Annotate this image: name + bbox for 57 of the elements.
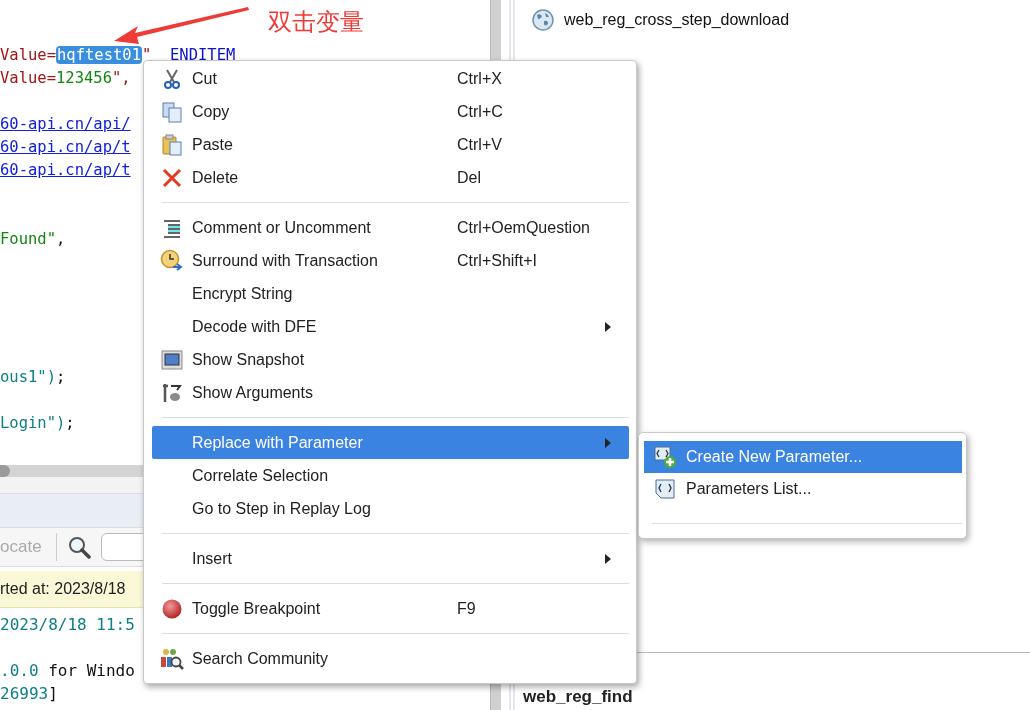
code-text: Found" [0,230,56,248]
code-text: ENDITEM [170,46,236,64]
selected-text: hqftest01 [56,46,142,64]
submenu-arrow-icon [605,321,611,332]
code-text: ; [65,414,75,432]
annotation-label: 双击变量 [268,7,364,38]
code-link[interactable]: 60-api.cn/ap/t [0,161,131,179]
log-text: for Windo [47,661,135,680]
menu-item[interactable]: Replace with Parameter [152,426,629,459]
delete-icon [161,166,183,189]
submenu-arrow-icon [605,437,611,448]
code-text: Value= [0,46,56,64]
menu-item[interactable]: Go to Step in Replay Log [152,492,629,525]
menu-item[interactable]: Create New Parameter... [644,441,962,473]
tools-icon [161,381,183,404]
code-text: " [142,46,153,64]
people-search-icon [160,646,184,671]
menu-item[interactable]: Parameters List... [644,473,962,505]
code-link[interactable]: 60-api.cn/api/ [0,115,131,133]
menu-item[interactable]: Cut Ctrl+X [152,62,629,95]
code-text: 123456 [56,69,112,87]
search-icon[interactable] [66,535,91,559]
menu-item[interactable]: Copy Ctrl+C [152,95,629,128]
log-text: 26993 [0,684,49,703]
menu-item[interactable]: Comment or Uncomment Ctrl+OemQuestion [152,211,629,244]
code-text: ; [56,368,66,386]
code-text: ous1") [0,368,56,386]
code-link[interactable]: 60-api.cn/ap/t [0,138,131,156]
step-item[interactable]: web_reg_cross_step_download [564,11,790,29]
log-text: 2023/8/18 11:5 [0,615,135,634]
code-text: Value= [0,69,56,87]
lines-icon [162,217,182,238]
help-title: web_reg_find [523,687,633,706]
menu-item[interactable]: Search Community [152,642,629,675]
code-text: , [56,230,66,248]
clock-icon [160,248,184,273]
paste-icon [161,133,183,156]
menu-item[interactable]: Encrypt String [152,277,629,310]
menu-item[interactable]: Decode with DFE [152,310,629,343]
menu-item[interactable]: Delete Del [152,161,629,194]
scissors-icon [162,67,182,90]
monitor-icon [161,348,183,371]
code-text: ", [112,69,131,87]
menu-item[interactable]: Show Arguments [152,376,629,409]
log-text: ] [48,684,58,703]
menu-item[interactable]: Show Snapshot [152,343,629,376]
copy-icon [161,100,183,123]
submenu-arrow-icon [605,553,611,564]
menu-item[interactable]: Correlate Selection [152,459,629,492]
globe-icon [532,9,554,31]
menu-item[interactable]: Surround with Transaction Ctrl+Shift+I [152,244,629,277]
menu-item[interactable]: Paste Ctrl+V [152,128,629,161]
code-text: Login") [0,414,66,432]
log-text: .0.0 [0,661,39,680]
parameter-add-icon [653,445,677,469]
breakpoint-icon [161,597,183,620]
parameter-icon [653,477,677,501]
